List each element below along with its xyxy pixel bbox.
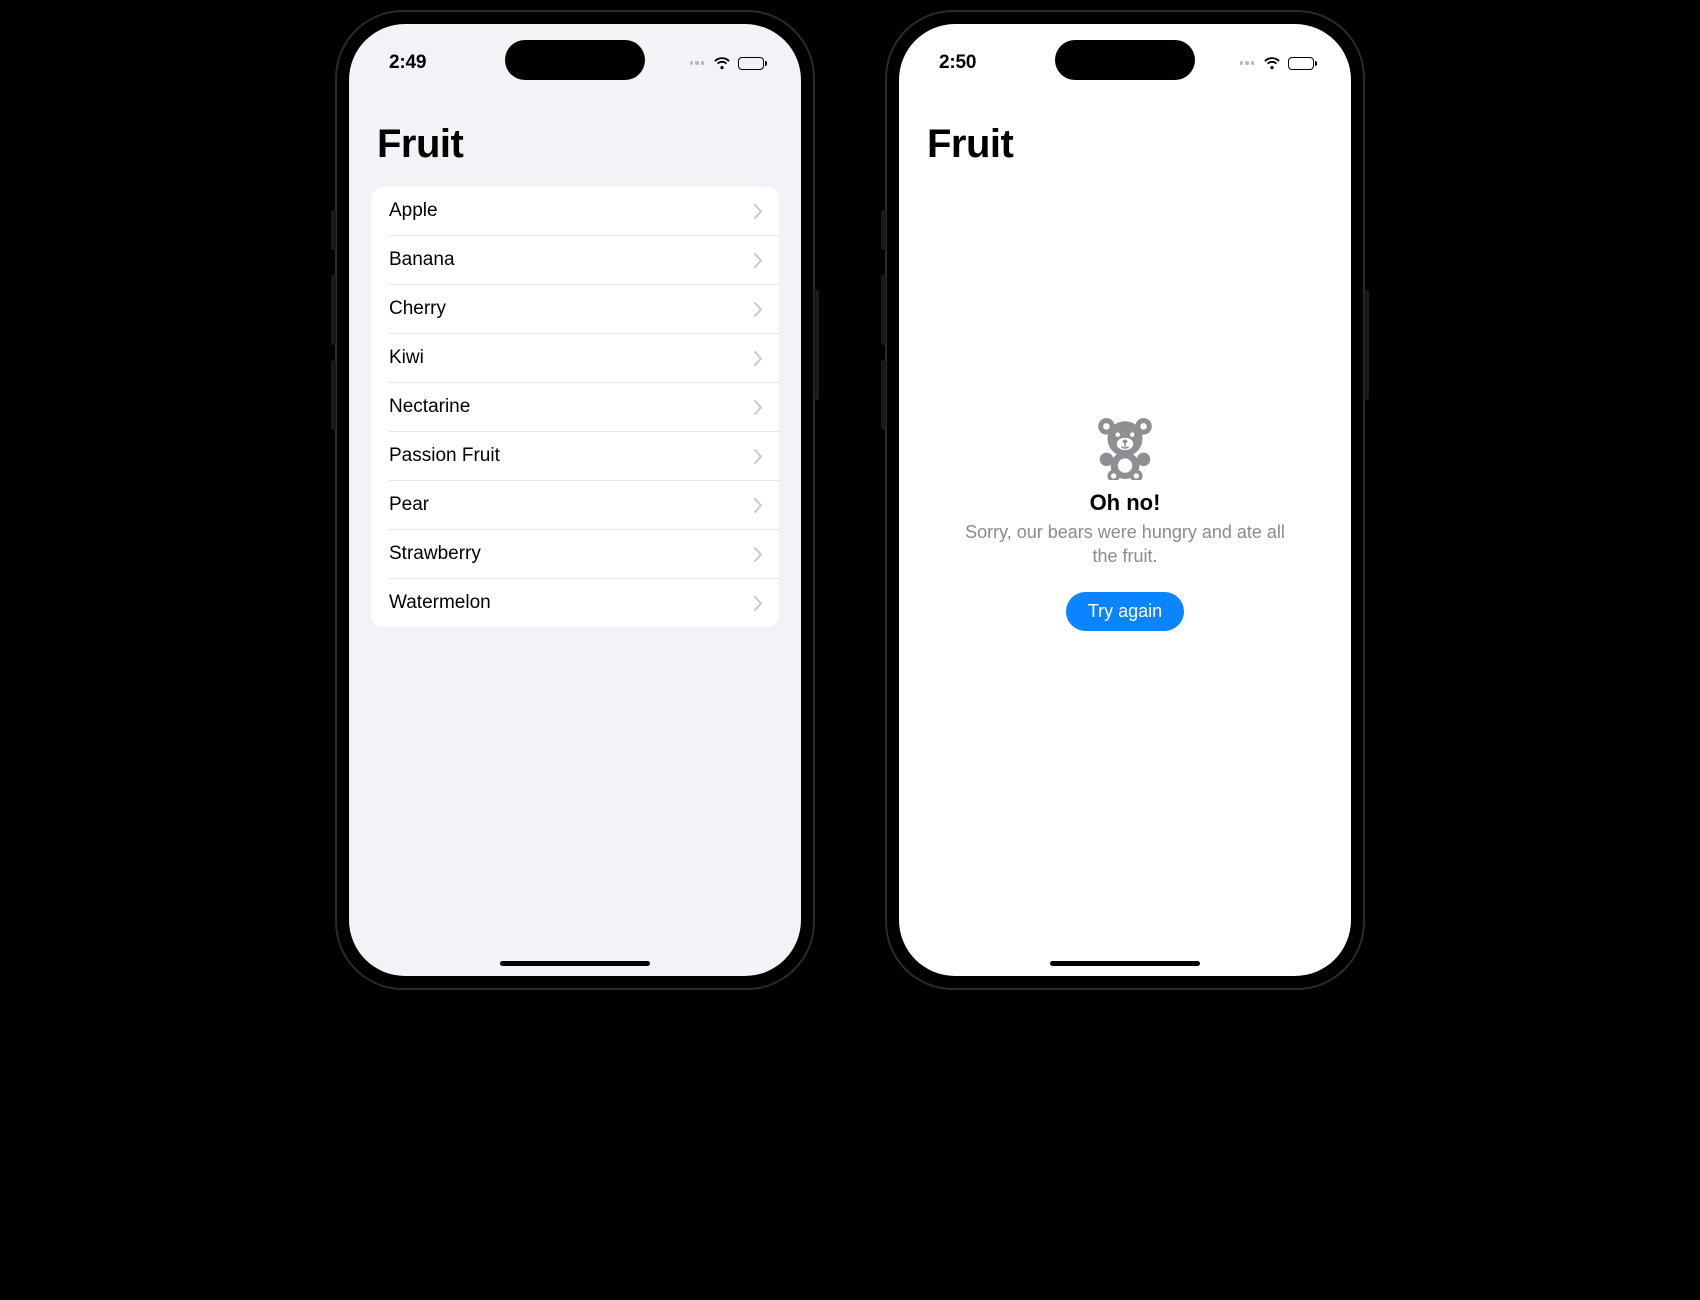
dynamic-island	[505, 40, 645, 80]
try-again-button[interactable]: Try again	[1066, 592, 1184, 631]
list-item[interactable]: Banana	[389, 235, 779, 284]
home-indicator[interactable]	[1050, 961, 1200, 966]
fruit-list: Apple Banana Cherry Kiwi Nectarine Passion Fr…	[371, 187, 779, 627]
chevron-right-icon	[754, 253, 763, 268]
wifi-icon	[712, 56, 732, 70]
chevron-right-icon	[754, 400, 763, 415]
side-button	[331, 275, 336, 345]
list-item-label: Passion Fruit	[389, 445, 500, 467]
chevron-right-icon	[754, 449, 763, 464]
status-dots-icon	[1240, 61, 1255, 65]
status-time: 2:50	[939, 52, 976, 74]
phone-mockup-left: 2:49 Fruit Apple Banana Cherry Kiwi Nectarin…	[335, 10, 815, 990]
status-icons	[690, 56, 768, 70]
side-button	[331, 210, 336, 250]
list-item-label: Cherry	[389, 298, 446, 320]
dynamic-island	[1055, 40, 1195, 80]
side-button	[881, 275, 886, 345]
list-item-label: Kiwi	[389, 347, 424, 369]
empty-state-description: Sorry, our bears were hungry and ate all…	[965, 520, 1285, 569]
wifi-icon	[1262, 56, 1282, 70]
screen: 2:49 Fruit Apple Banana Cherry Kiwi Nectarin…	[349, 24, 801, 976]
screen: 2:50 Fruit	[899, 24, 1351, 976]
chevron-right-icon	[754, 498, 763, 513]
list-item[interactable]: Nectarine	[389, 382, 779, 431]
list-item-label: Strawberry	[389, 543, 481, 565]
chevron-right-icon	[754, 596, 763, 611]
side-button	[331, 360, 336, 430]
chevron-right-icon	[754, 351, 763, 366]
list-item[interactable]: Watermelon	[389, 578, 779, 627]
side-button	[1364, 290, 1369, 400]
page-title: Fruit	[349, 84, 801, 179]
list-item[interactable]: Pear	[389, 480, 779, 529]
list-item-label: Apple	[389, 200, 438, 222]
list-item[interactable]: Passion Fruit	[389, 431, 779, 480]
phone-mockup-right: 2:50 Fruit	[885, 10, 1365, 990]
empty-state: Oh no! Sorry, our bears were hungry and …	[899, 179, 1351, 976]
list-item-label: Pear	[389, 494, 429, 516]
list-item-label: Nectarine	[389, 396, 470, 418]
side-button	[881, 210, 886, 250]
list-item[interactable]: Kiwi	[389, 333, 779, 382]
empty-state-heading: Oh no!	[1090, 490, 1161, 516]
status-time: 2:49	[389, 52, 426, 74]
list-item-label: Watermelon	[389, 592, 491, 614]
status-dots-icon	[690, 61, 705, 65]
list-item[interactable]: Cherry	[389, 284, 779, 333]
battery-icon	[738, 57, 767, 70]
chevron-right-icon	[754, 302, 763, 317]
chevron-right-icon	[754, 204, 763, 219]
side-button	[814, 290, 819, 400]
list-item-label: Banana	[389, 249, 455, 271]
list-item[interactable]: Strawberry	[389, 529, 779, 578]
home-indicator[interactable]	[500, 961, 650, 966]
chevron-right-icon	[754, 547, 763, 562]
side-button	[881, 360, 886, 430]
page-title: Fruit	[899, 84, 1351, 179]
list-item[interactable]: Apple	[371, 187, 779, 235]
battery-icon	[1288, 57, 1317, 70]
teddy-bear-icon	[1092, 414, 1158, 480]
status-icons	[1240, 56, 1318, 70]
